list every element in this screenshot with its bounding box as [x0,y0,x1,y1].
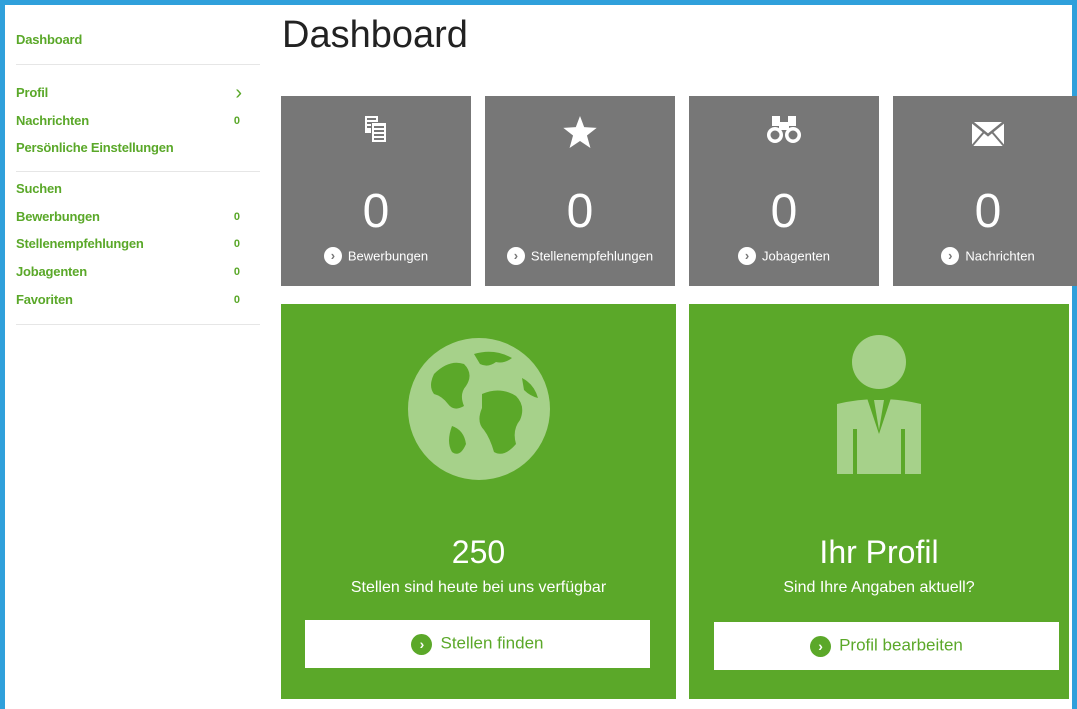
sidebar-divider [16,171,260,172]
sidebar-item-dashboard[interactable]: Dashboard [16,32,248,50]
profile-subtitle: Sind Ihre Angaben aktuell? [783,579,975,596]
tile-count: 0 [362,185,390,238]
tile-label[interactable]: Nachrichten [965,249,1034,264]
sidebar-item-count: 0 [233,266,240,278]
tile-nachrichten[interactable]: 0 › Nachrichten [893,96,1077,286]
chevron-right-icon: › [323,247,342,265]
chevron-right-icon: › [506,247,525,265]
person-icon [689,334,1069,489]
sidebar-item-favoriten[interactable]: Favoriten 0 [16,292,248,310]
star-icon [485,116,675,156]
tile-link[interactable]: › Jobagenten [689,247,879,265]
jobs-subtitle: Stellen sind heute bei uns verfügbar [350,579,607,596]
sidebar-item-suchen[interactable]: Suchen [16,181,248,199]
sidebar-item-label[interactable]: Suchen [16,181,62,196]
chevron-right-icon: › [738,247,757,265]
sidebar-item-count: 0 [233,238,240,250]
sidebar-item-count: 0 [233,115,240,127]
chevron-right-icon: › [411,633,433,655]
sidebar-item-label[interactable]: Favoriten [16,292,73,307]
chevron-right-icon[interactable]: › [235,82,242,105]
profile-title: Ihr Profil [819,534,939,570]
window-border-top [0,0,1077,5]
tile-link[interactable]: › Stellenempfehlungen [485,247,675,265]
tile-jobagenten[interactable]: 0 › Jobagenten [689,96,879,286]
tile-link[interactable]: › Bewerbungen [281,247,471,265]
tile-count: 0 [974,185,1002,238]
chevron-right-icon: › [810,635,832,657]
sidebar-divider [16,324,260,325]
edit-profile-label: Profil bearbeiten [839,636,963,655]
tile-count: 0 [770,185,798,238]
sidebar-item-count: 0 [233,211,240,223]
window-border-left [0,0,5,709]
sidebar-item-label[interactable]: Profil [16,85,48,100]
tile-label[interactable]: Jobagenten [762,249,830,264]
envelope-icon [893,116,1077,156]
edit-profile-button[interactable]: › Profil bearbeiten [714,622,1059,670]
sidebar-item-label[interactable]: Jobagenten [16,264,87,279]
tile-link[interactable]: › Nachrichten [893,247,1077,265]
tile-count: 0 [566,185,594,238]
sidebar-item-jobagenten[interactable]: Jobagenten 0 [16,264,248,282]
sidebar-item-label[interactable]: Nachrichten [16,113,89,128]
tile-label[interactable]: Bewerbungen [348,249,428,264]
sidebar-divider [16,64,260,65]
sidebar-item-label[interactable]: Persönliche Einstellungen [16,140,174,155]
jobs-card: 250 Stellen sind heute bei uns verfügbar… [281,304,676,699]
find-jobs-label: Stellen finden [440,634,544,653]
jobs-count: 250 [451,534,506,570]
profile-card: Ihr Profil Sind Ihre Angaben aktuell? › P… [689,304,1069,699]
sidebar-item-stellenempfehlungen[interactable]: Stellenempfehlungen 0 [16,236,248,254]
globe-icon [281,334,676,489]
binoculars-icon [689,116,879,156]
find-jobs-button[interactable]: › Stellen finden [305,620,650,668]
tile-bewerbungen[interactable]: 0 › Bewerbungen [281,96,471,286]
sidebar-item-label[interactable]: Stellenempfehlungen [16,236,144,251]
page-title: Dashboard [282,14,468,56]
sidebar-item-profil[interactable]: Profil › [16,82,248,105]
sidebar-item-count: 0 [233,294,240,306]
sidebar-item-bewerbungen[interactable]: Bewerbungen 0 [16,209,248,227]
chevron-right-icon: › [941,247,960,265]
sidebar-item-einstellungen[interactable]: Persönliche Einstellungen [16,140,248,158]
tile-label[interactable]: Stellenempfehlungen [531,249,653,264]
sidebar-item-label[interactable]: Dashboard [16,32,82,47]
documents-icon [281,116,471,156]
tile-stellenempfehlungen[interactable]: 0 › Stellenempfehlungen [485,96,675,286]
sidebar-item-label[interactable]: Bewerbungen [16,209,100,224]
sidebar-item-nachrichten[interactable]: Nachrichten 0 [16,113,248,131]
